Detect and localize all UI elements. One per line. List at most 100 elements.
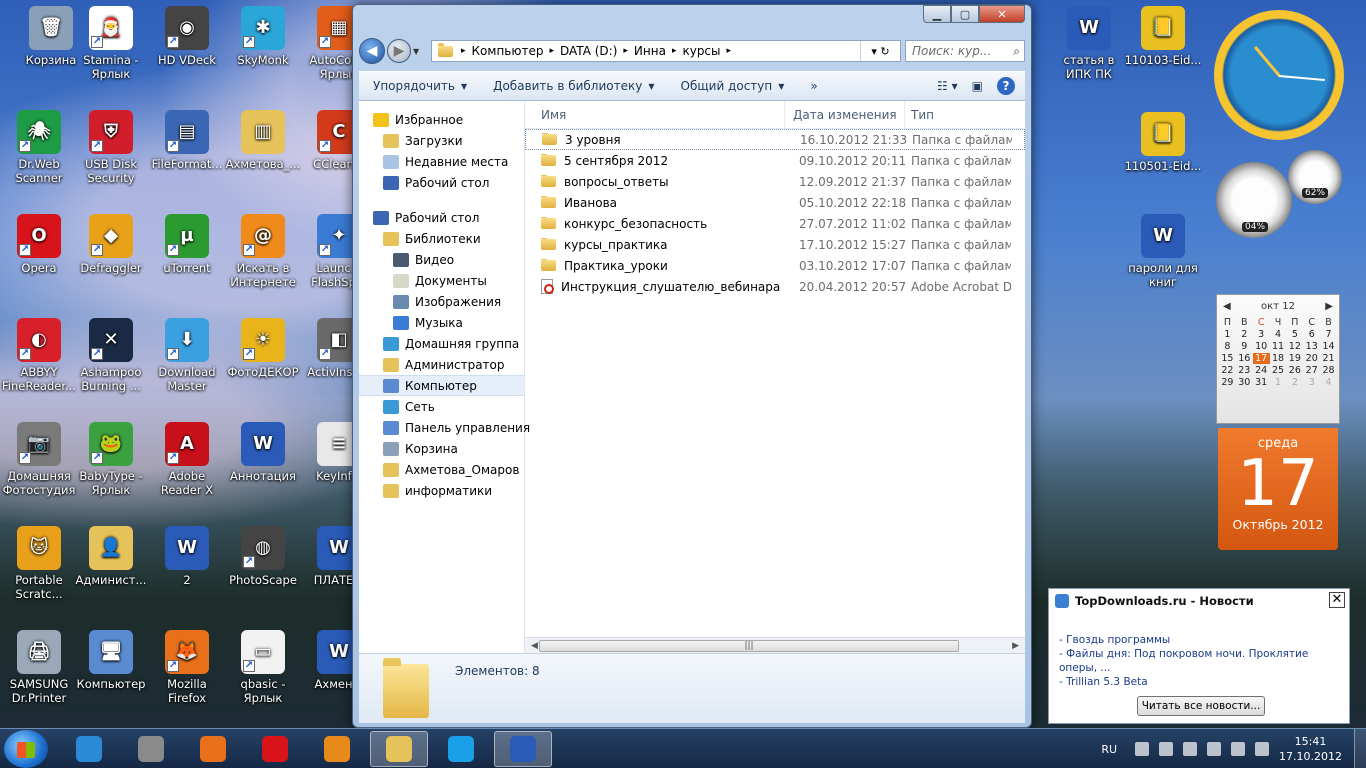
calendar-day[interactable]: 14 [1320,341,1337,352]
calendar-day[interactable]: 1 [1270,377,1287,388]
nav-item[interactable]: Загрузки [359,130,524,151]
navigation-pane[interactable]: Избранное Загрузки Недавние места Рабочий с… [359,101,530,653]
scrollbar-thumb[interactable]: ||| [539,639,959,652]
action-center-icon[interactable] [1159,742,1174,756]
horizontal-scrollbar[interactable]: ◀ ||| ▶ [525,637,1025,653]
next-month-arrow[interactable]: ▶ [1325,301,1333,312]
calendar-day[interactable]: 5 [1286,329,1303,340]
scroll-right-arrow[interactable]: ▶ [1012,641,1019,651]
breadcrumb-separator[interactable]: ▸ [623,46,628,56]
read-all-news-button[interactable]: Читать все новости... [1137,696,1265,716]
power-icon[interactable] [1183,742,1198,756]
desktop-icon-abbyy[interactable]: ◐ ↗ ABBYY FineReader... [0,318,78,393]
column-header-date[interactable]: Дата изменения [785,101,905,128]
minimize-button[interactable]: ▁ [923,5,951,23]
calendar-day[interactable]: 26 [1286,365,1303,376]
calendar-day[interactable]: 18 [1270,353,1287,364]
calendar-day[interactable]: 1 [1219,329,1236,340]
view-options-icon[interactable]: ☷ ▾ [937,79,958,93]
refresh-button[interactable]: ▾ ↻ [860,41,900,61]
nav-item[interactable]: Компьютер [359,375,524,396]
taskbar-app-firefox[interactable] [184,731,242,767]
breadcrumb-drive-d[interactable]: DATA (D:) [560,44,617,58]
calendar-day[interactable]: 30 [1236,377,1253,388]
file-row[interactable]: 5 сентября 2012 09.10.2012 20:11 Папка с ф… [525,150,1025,171]
taskbar-app-camera[interactable] [122,731,180,767]
calendar-day[interactable]: 11 [1270,341,1287,352]
nav-item[interactable]: Сеть [359,396,524,417]
calendar-gadget[interactable]: ◀ окт 12 ▶ П В С Ч П С В 1 2 3 4 5 6 7 8 9 10 11 12 13 14 15 1… [1216,294,1340,424]
desktop-icon-drweb[interactable]: 🕷 ↗ Dr.Web Scanner [0,110,78,185]
taskbar-app-media-player[interactable] [308,731,366,767]
close-button[interactable]: ✕ [979,5,1025,23]
file-row[interactable]: конкурс_безопасность 27.07.2012 11:02 Папк… [525,213,1025,234]
calendar-day[interactable]: 3 [1303,377,1320,388]
nav-item[interactable]: Музыка [359,312,524,333]
desktop-icon-adobe-reader[interactable]: A ↗ Adobe Reader X [148,422,226,497]
calendar-day[interactable]: 19 [1286,353,1303,364]
nav-item[interactable]: Домашняя группа [359,333,524,354]
close-icon[interactable]: ✕ [1329,592,1345,608]
nav-item[interactable]: Ахметова_Омаров [359,459,524,480]
scroll-left-arrow[interactable]: ◀ [531,641,538,651]
file-row[interactable]: Инструкция_слушателю_вебинара 20.04.2012 … [525,276,1025,297]
desktop-icon-opera[interactable]: O ↗ Opera [0,214,78,275]
taskbar-app-explorer[interactable] [370,731,428,767]
preview-pane-icon[interactable]: ▣ [972,79,983,93]
column-header-type[interactable]: Тип [905,101,1011,128]
desktop-icon-eid-110103[interactable]: 📒 110103-Eid... [1124,6,1202,67]
desktop-icon-defraggler[interactable]: ◆ ↗ Defraggler [72,214,150,275]
calendar-day[interactable]: 2 [1236,329,1253,340]
desktop-icon-samsung-printer[interactable]: 🖨 SAMSUNG Dr.Printer [0,630,78,705]
desktop-icon-annotation[interactable]: W Аннотация [224,422,302,483]
nav-item[interactable]: Рабочий стол [359,172,524,193]
breadcrumb-separator[interactable]: ▸ [549,46,554,56]
calendar-day[interactable]: 10 [1253,341,1270,352]
file-row[interactable]: Практика_уроки 03.10.2012 17:07 Папка с фа… [525,255,1025,276]
desktop-icon-doc-2[interactable]: W2 [148,526,226,587]
calendar-day[interactable]: 8 [1219,341,1236,352]
calendar-day[interactable]: 25 [1270,365,1287,376]
show-desktop-button[interactable] [1354,729,1366,768]
calendar-day[interactable]: 21 [1320,353,1337,364]
nav-item[interactable]: Администратор [359,354,524,375]
calendar-day[interactable]: 24 [1253,365,1270,376]
prev-month-arrow[interactable]: ◀ [1223,301,1231,312]
desktop-icon-ashampoo[interactable]: ✕ ↗ Ashampoo Burning ... [72,318,150,393]
address-bar[interactable]: ▸ Компьютер ▸ DATA (D:) ▸ Инна ▸ курсы ▸… [431,40,901,62]
clock-gadget[interactable] [1214,10,1344,140]
taskbar-clock[interactable]: 15:41 17.10.2012 [1279,734,1342,764]
taskbar-app-opera-mail[interactable] [246,731,304,767]
breadcrumb-separator[interactable]: ▸ [461,46,466,56]
file-row[interactable]: Иванова 05.10.2012 22:18 Папка с файлами [525,192,1025,213]
nav-item[interactable]: Недавние места [359,151,524,172]
calendar-day[interactable]: 4 [1320,377,1337,388]
nav-item[interactable]: информатики [359,480,524,501]
desktop-icon-search-internet[interactable]: @ ↗ Искать в Интернете [224,214,302,289]
volume-icon[interactable] [1231,742,1246,756]
desktop-icon-fotodekor[interactable]: ☀ ↗ ФотоДЕКОР [224,318,302,379]
calendar-day[interactable]: 15 [1219,353,1236,364]
desktop-icon-passwords-books[interactable]: Wпароли для книг [1124,214,1202,289]
search-input[interactable]: Поиск: кур... ⌕ [905,40,1025,62]
desktop-icon-stamina[interactable]: 🎅 ↗ Stamina - Ярлык [72,6,150,81]
update-icon[interactable] [1255,742,1270,756]
column-header-name[interactable]: Имя [525,101,785,128]
desktop-icon-photoscape[interactable]: ◍ ↗ PhotoScape [224,526,302,587]
calendar-day[interactable]: 3 [1253,329,1270,340]
desktop-icon-portable-scratch[interactable]: 🐱 Portable Scratc... [0,526,78,601]
language-indicator[interactable]: RU [1101,743,1117,756]
file-row[interactable]: 3 уровня 16.10.2012 21:33 Папка с файлами [525,129,1025,150]
calendar-today[interactable]: 17 [1252,353,1270,364]
nav-item[interactable]: Корзина [359,438,524,459]
back-button[interactable]: ◀ [359,38,385,64]
breadcrumb-inna[interactable]: Инна [634,44,666,58]
calendar-day[interactable]: 7 [1320,329,1337,340]
news-item[interactable]: - Гвоздь программы [1059,633,1349,647]
calendar-day[interactable]: 16 [1236,353,1253,364]
network-icon[interactable] [1207,742,1222,756]
taskbar-app-skype[interactable] [432,731,490,767]
help-icon[interactable]: ? [997,77,1015,95]
breadcrumb-computer[interactable]: Компьютер [472,44,544,58]
calendar-day[interactable]: 13 [1303,341,1320,352]
